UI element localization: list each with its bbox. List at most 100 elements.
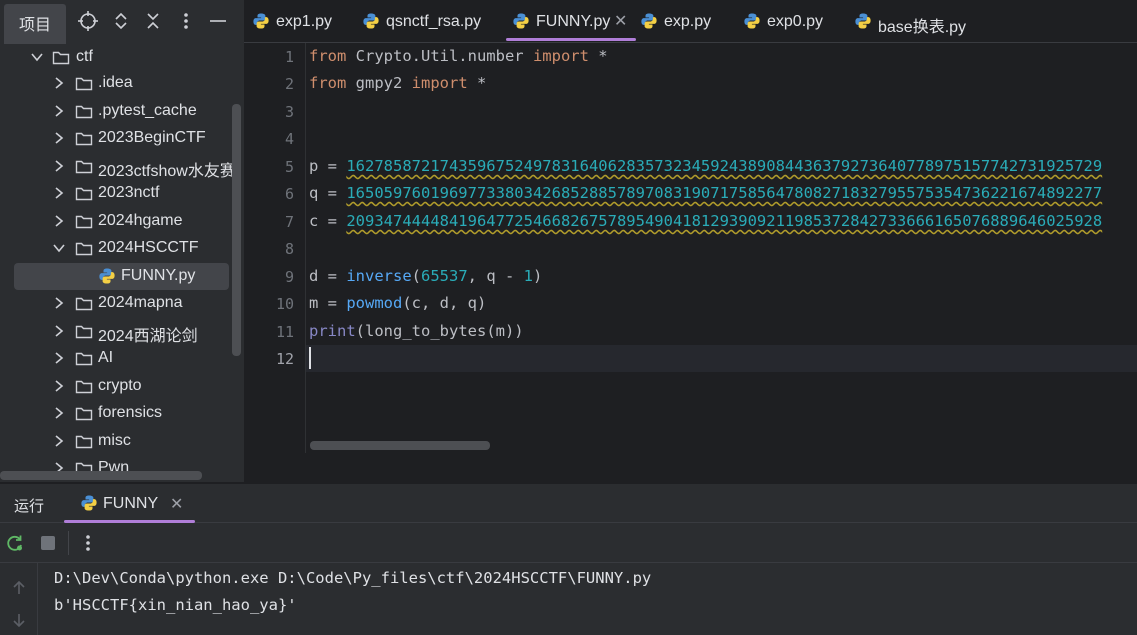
chevron-right-icon[interactable] — [52, 379, 66, 393]
tree-item-label: .pytest_cache — [98, 102, 197, 119]
options-menu-icon[interactable] — [175, 10, 197, 32]
python-file-icon — [99, 268, 115, 284]
code-line-11: print(long_to_bytes(m)) — [309, 322, 524, 340]
folder-icon — [75, 380, 93, 394]
code-text: ) — [533, 267, 543, 285]
tree-item-misc[interactable]: misc — [0, 428, 244, 455]
tab-label: qsnctf_rsa.py — [386, 13, 482, 30]
chevron-right-icon[interactable] — [52, 351, 66, 365]
folder-icon — [75, 435, 93, 449]
code-editor[interactable]: 1 2 3 4 5 6 7 8 9 10 11 12 from Crypto.U… — [244, 43, 1137, 483]
chevron-right-icon[interactable] — [52, 434, 66, 448]
chevron-right-icon[interactable] — [52, 324, 66, 338]
folder-icon — [75, 352, 93, 366]
line-number: 8 — [284, 240, 294, 258]
arrow-down-icon[interactable] — [10, 611, 28, 629]
tab-label: exp1.py — [276, 13, 333, 30]
more-options-icon[interactable] — [78, 532, 98, 554]
tree-item-2024mapna[interactable]: 2024mapna — [0, 290, 244, 317]
chevron-right-icon[interactable] — [52, 296, 66, 310]
tree-item-idea[interactable]: .idea — [0, 70, 244, 97]
tree-item-label: ctf — [76, 48, 93, 65]
tab-qsnctf-rsa-py[interactable]: qsnctf_rsa.py — [360, 0, 490, 43]
tab-label: exp.py — [664, 13, 712, 30]
chevron-right-icon[interactable] — [52, 159, 66, 173]
number-literal: 2093474444841964772546682675789549041812… — [346, 212, 1103, 230]
tab-exp-py[interactable]: exp.py — [640, 0, 730, 43]
editor-horizontal-scrollbar[interactable] — [310, 441, 490, 450]
tab-exp0-py[interactable]: exp0.py — [741, 0, 831, 43]
chevron-right-icon[interactable] — [52, 131, 66, 145]
function-call: inverse — [346, 267, 412, 285]
console-output-line: b'HSCCTF{xin_nian_hao_ya}' — [54, 596, 297, 614]
chevron-right-icon[interactable] — [52, 186, 66, 200]
toolbar-divider — [68, 531, 69, 555]
module-name: Crypto.Util.number — [346, 47, 533, 65]
project-panel-header: 项目 — [0, 0, 244, 48]
variable-assign: d = — [309, 267, 347, 285]
line-number: 3 — [284, 103, 294, 121]
tree-horizontal-scrollbar[interactable] — [0, 471, 202, 480]
line-number: 2 — [284, 75, 294, 93]
expand-all-icon[interactable] — [110, 10, 132, 32]
tree-item-ai[interactable]: AI — [0, 345, 244, 372]
line-number: 10 — [275, 295, 294, 313]
folder-icon — [75, 160, 93, 174]
collapse-all-icon[interactable] — [142, 10, 164, 32]
code-line-9: d = inverse(65537, q - 1) — [309, 267, 542, 285]
folder-icon — [75, 297, 93, 311]
run-tab-funny[interactable]: FUNNY — [103, 495, 158, 513]
chevron-down-icon[interactable] — [30, 50, 44, 64]
python-file-icon — [744, 13, 760, 29]
tree-item-2024hscctf[interactable]: 2024HSCCTF — [0, 235, 244, 262]
tab-funny-py[interactable]: FUNNY.py ✕ — [506, 0, 636, 43]
chevron-right-icon[interactable] — [52, 406, 66, 420]
tree-item-2023ctfshow[interactable]: 2023ctfshow水友赛 — [0, 153, 244, 180]
close-run-tab-icon[interactable]: ✕ — [170, 494, 183, 514]
chevron-right-icon[interactable] — [52, 76, 66, 90]
python-file-icon — [253, 13, 269, 29]
rerun-icon[interactable] — [5, 533, 25, 553]
folder-icon — [52, 51, 70, 65]
line-number: 11 — [275, 323, 294, 341]
line-number-current: 12 — [275, 350, 294, 368]
tree-item-2024hgame[interactable]: 2024hgame — [0, 208, 244, 235]
tab-exp1-py[interactable]: exp1.py — [250, 0, 350, 43]
tree-item-label: 2024西湖论剑 — [98, 328, 198, 345]
chevron-down-icon[interactable] — [52, 241, 66, 255]
chevron-right-icon[interactable] — [52, 104, 66, 118]
tree-vertical-scrollbar[interactable] — [232, 104, 241, 356]
tree-item-crypto[interactable]: crypto — [0, 373, 244, 400]
keyword: from — [309, 74, 347, 92]
python-file-icon — [641, 13, 657, 29]
tree-item-label: 2023BeginCTF — [98, 129, 206, 146]
tree-item-funny-py[interactable]: FUNNY.py — [0, 263, 244, 290]
line-number-gutter: 1 2 3 4 5 6 7 8 9 10 11 12 — [244, 43, 306, 483]
locate-file-icon[interactable] — [77, 10, 99, 32]
tree-item-pytest-cache[interactable]: .pytest_cache — [0, 98, 244, 125]
tree-item-2023nctf[interactable]: 2023nctf — [0, 180, 244, 207]
project-panel-title[interactable]: 项目 — [4, 4, 66, 48]
close-tab-icon[interactable]: ✕ — [614, 11, 627, 31]
tree-item-forensics[interactable]: forensics — [0, 400, 244, 427]
variable-assign: c = — [309, 212, 347, 230]
number-literal: 1 — [523, 267, 534, 285]
code-text: , q - — [467, 267, 524, 285]
arrow-up-icon[interactable] — [10, 579, 28, 597]
tree-item-2023beginctf[interactable]: 2023BeginCTF — [0, 125, 244, 152]
tab-base-py[interactable]: base换表.py — [852, 0, 982, 43]
stop-icon[interactable] — [39, 534, 57, 552]
current-line-highlight — [306, 345, 1137, 372]
tab-label: base换表.py — [878, 19, 967, 36]
builtin-function: print — [309, 322, 356, 340]
line-number: 5 — [284, 158, 294, 176]
active-tab-indicator — [506, 38, 636, 41]
chevron-right-icon[interactable] — [52, 214, 66, 228]
hide-panel-icon[interactable] — [207, 10, 229, 32]
gutter-divider — [305, 43, 306, 453]
function-call: powmod — [346, 294, 403, 312]
tree-item-2024xihu[interactable]: 2024西湖论剑 — [0, 318, 244, 345]
tree-item-ctf[interactable]: ctf — [0, 44, 244, 71]
console-output[interactable]: D:\Dev\Conda\python.exe D:\Code\Py_files… — [0, 563, 1137, 635]
code-line-1: from Crypto.Util.number import * — [309, 47, 608, 65]
